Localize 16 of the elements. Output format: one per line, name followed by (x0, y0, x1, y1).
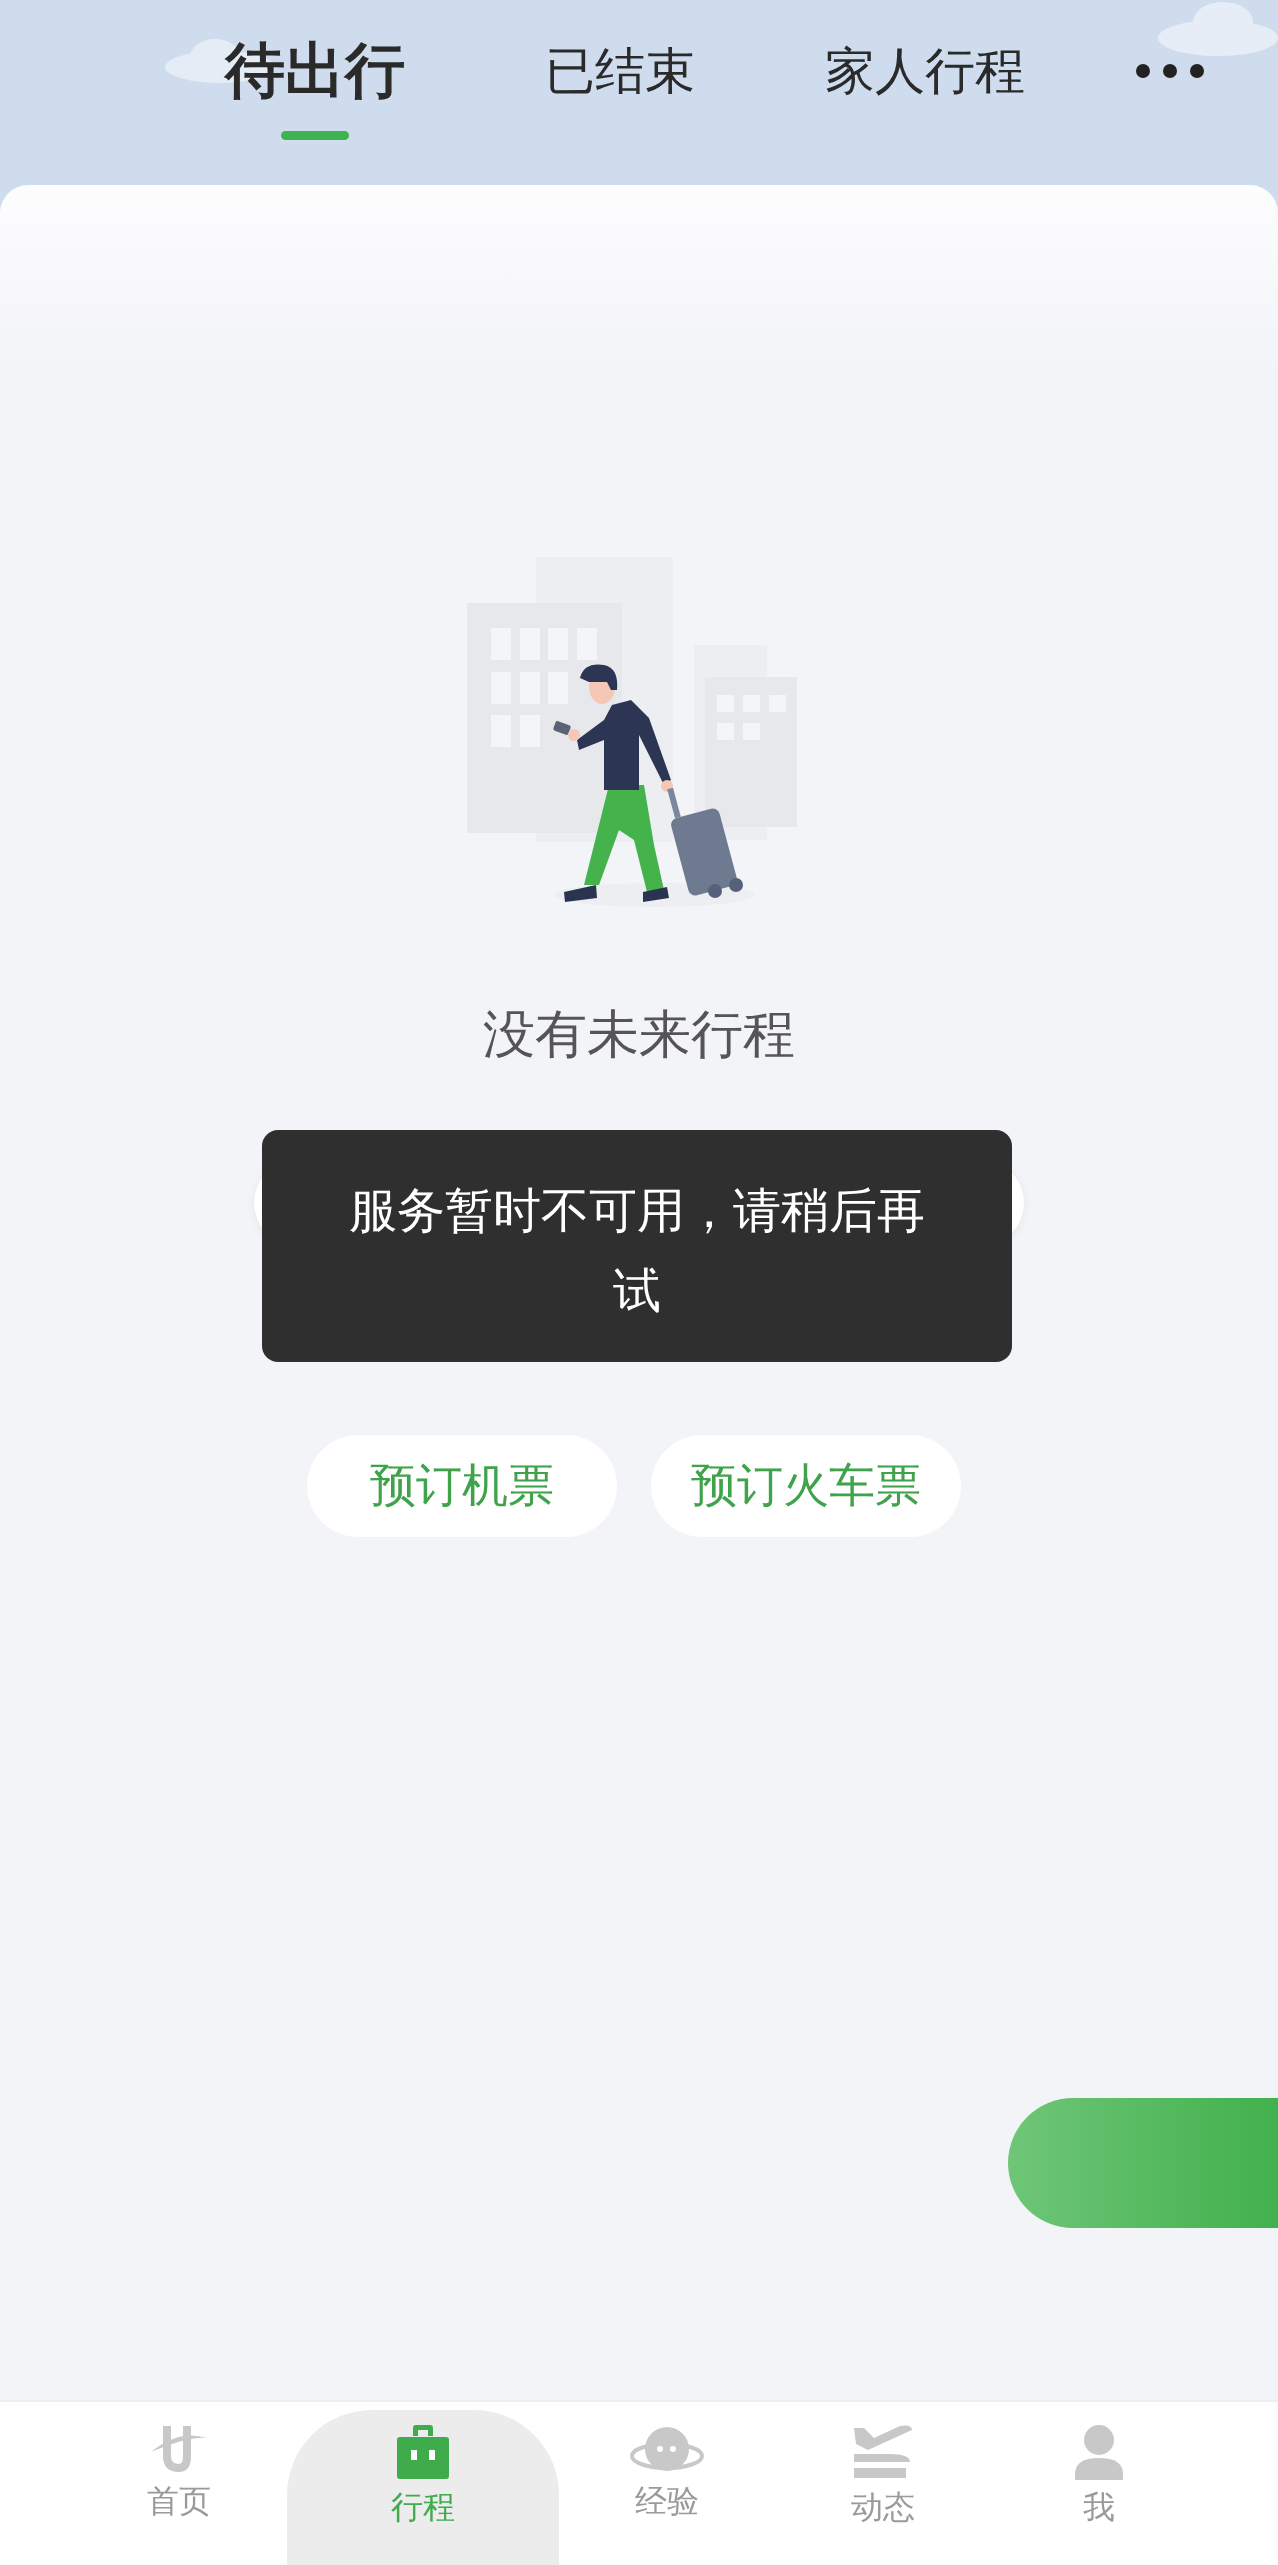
nav-item[interactable]: 经验 (559, 2402, 775, 2565)
nav-item[interactable]: 首页 (71, 2402, 287, 2565)
person-icon (1073, 2424, 1125, 2480)
empty-state-title: 没有未来行程 (483, 1003, 795, 1066)
tab[interactable]: 家人行程 (825, 37, 1025, 133)
nav-item[interactable]: 行程 (287, 2410, 559, 2565)
nav-item[interactable]: 我 (991, 2402, 1207, 2565)
tab[interactable]: 待出行 (225, 30, 405, 140)
more-icon[interactable] (1135, 63, 1205, 79)
nav-item[interactable]: 动态 (775, 2402, 991, 2565)
planet-icon (630, 2424, 704, 2474)
briefcase-icon (396, 2424, 450, 2480)
toast-message: 服务暂时不可用，请稍后再试 (262, 1130, 1012, 1362)
booking-button[interactable]: 预订机票 (307, 1435, 617, 1537)
booking-button[interactable]: 预订火车票 (651, 1435, 961, 1537)
tab[interactable]: 已结束 (545, 37, 695, 133)
